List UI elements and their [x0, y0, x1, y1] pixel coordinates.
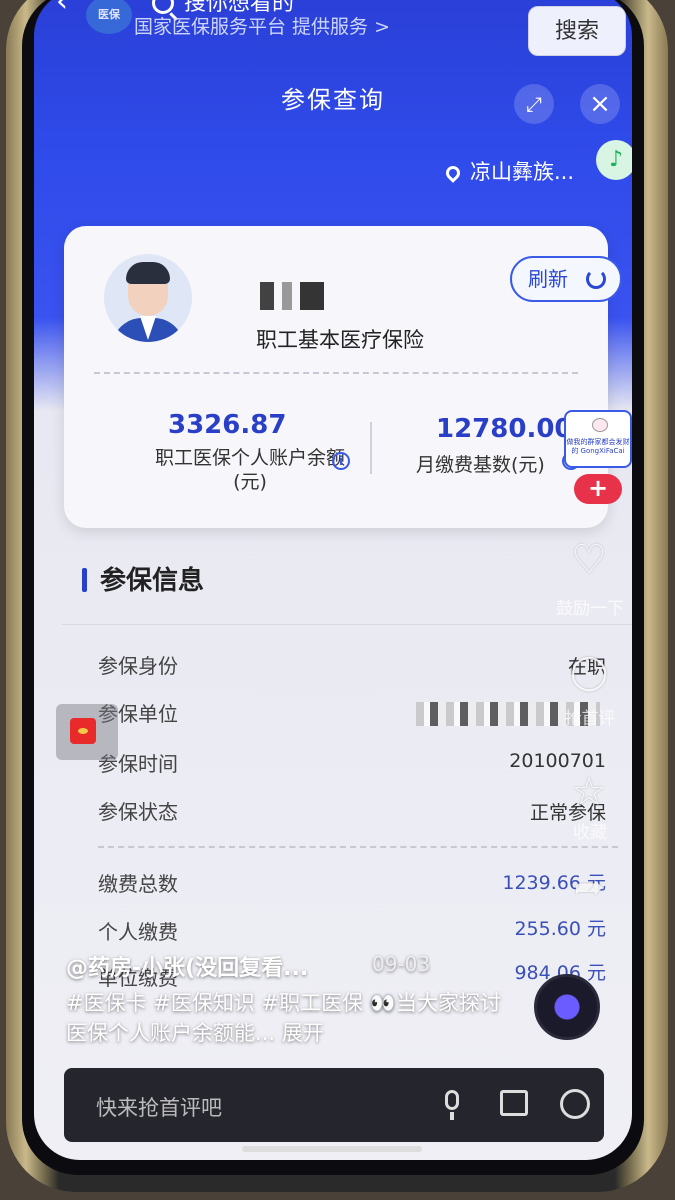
like-label: 鼓励一下: [556, 599, 624, 619]
stat-separator: [370, 422, 372, 474]
location-selector[interactable]: 凉山彝族...: [443, 156, 575, 186]
post-date: 09-03: [372, 952, 431, 976]
location-text: 凉山彝族...: [470, 160, 575, 184]
section-title: 参保信息: [100, 566, 205, 596]
row-label-personal-payment: 个人缴费: [98, 920, 178, 944]
contribution-base-value: 12780.00: [436, 414, 573, 444]
video-caption[interactable]: #医保卡 #医保知识 #职工医保 👀当大家探讨医保个人账户余额能... 展开: [66, 988, 516, 1048]
video-search-bar: ‹ 医保 搜你想看的 国家医保服务平台 提供服务 > 搜索: [34, 0, 632, 60]
red-packet-button[interactable]: [56, 704, 118, 760]
row-label-identity: 参保身份: [98, 654, 178, 678]
contribution-base-label: 月缴费基数(元): [416, 454, 545, 476]
refresh-label: 刷新: [528, 267, 568, 291]
phone-screen: ‹ 医保 搜你想看的 国家医保服务平台 提供服务 > 搜索 参保查询 ⤢ × 凉…: [34, 0, 632, 1160]
refresh-button[interactable]: 刷新: [510, 256, 622, 302]
balance-info-icon[interactable]: i: [332, 452, 350, 470]
phone-bezel: ‹ 医保 搜你想看的 国家医保服务平台 提供服务 > 搜索 参保查询 ⤢ × 凉…: [22, 0, 644, 1175]
masked-user-name: [260, 282, 324, 310]
star-label: 收藏: [573, 823, 607, 843]
insurance-summary-card: 职工基本医疗保险 刷新 3326.87 职工医保个人账户余额(元) i 1278…: [64, 226, 622, 528]
account-balance-label: 职工医保个人账户余额(元): [154, 447, 345, 493]
row-value-personal-payment: 255.60 元: [514, 918, 606, 940]
mini-program-header: 参保查询 ⤢ ×: [34, 62, 632, 142]
comment-icon[interactable]: ◯: [564, 650, 614, 694]
comment-bar: 快来抢首评吧: [64, 1068, 604, 1142]
avatar: [104, 254, 192, 342]
cat-sticker-icon: [592, 418, 608, 432]
music-note-icon[interactable]: ♪: [596, 140, 632, 180]
star-icon[interactable]: ☆: [564, 770, 614, 814]
close-button[interactable]: ×: [580, 84, 620, 124]
nhsa-logo: 医保: [86, 0, 132, 34]
author-name[interactable]: @药房-小张(没回复看...: [66, 950, 308, 982]
avatar-hair: [126, 262, 170, 284]
location-pin-icon: [443, 163, 463, 183]
row-divider: [98, 846, 618, 848]
account-balance-value: 3326.87: [168, 410, 287, 440]
comment-label: 抢首评: [564, 709, 616, 729]
like-heart-icon[interactable]: ♡: [564, 538, 614, 582]
emoji-icon[interactable]: [558, 1086, 590, 1122]
expand-button[interactable]: ⤢: [514, 84, 554, 124]
home-indicator[interactable]: [242, 1146, 422, 1152]
back-icon[interactable]: ‹: [56, 0, 84, 18]
promo-text: 做我的群家都会发财的 GongXiFaCai: [566, 438, 630, 455]
section-divider: [62, 624, 632, 625]
red-packet-icon: [70, 718, 96, 744]
comment-input[interactable]: 快来抢首评吧: [96, 1092, 222, 1122]
microphone-icon[interactable]: [436, 1086, 468, 1122]
follow-button[interactable]: +: [574, 474, 622, 504]
promo-sticker[interactable]: 做我的群家都会发财的 GongXiFaCai: [564, 410, 632, 468]
row-label-total-payment: 缴费总数: [98, 872, 178, 896]
insurance-type: 职工基本医疗保险: [256, 328, 424, 352]
card-divider: [94, 372, 578, 374]
music-disc-icon[interactable]: [534, 974, 600, 1040]
service-provider-link[interactable]: 国家医保服务平台 提供服务 >: [134, 12, 390, 39]
row-label-status: 参保状态: [98, 800, 178, 824]
share-icon[interactable]: ➦: [564, 866, 614, 910]
refresh-icon: [586, 269, 606, 289]
image-icon[interactable]: [498, 1086, 530, 1122]
search-button[interactable]: 搜索: [528, 6, 626, 56]
